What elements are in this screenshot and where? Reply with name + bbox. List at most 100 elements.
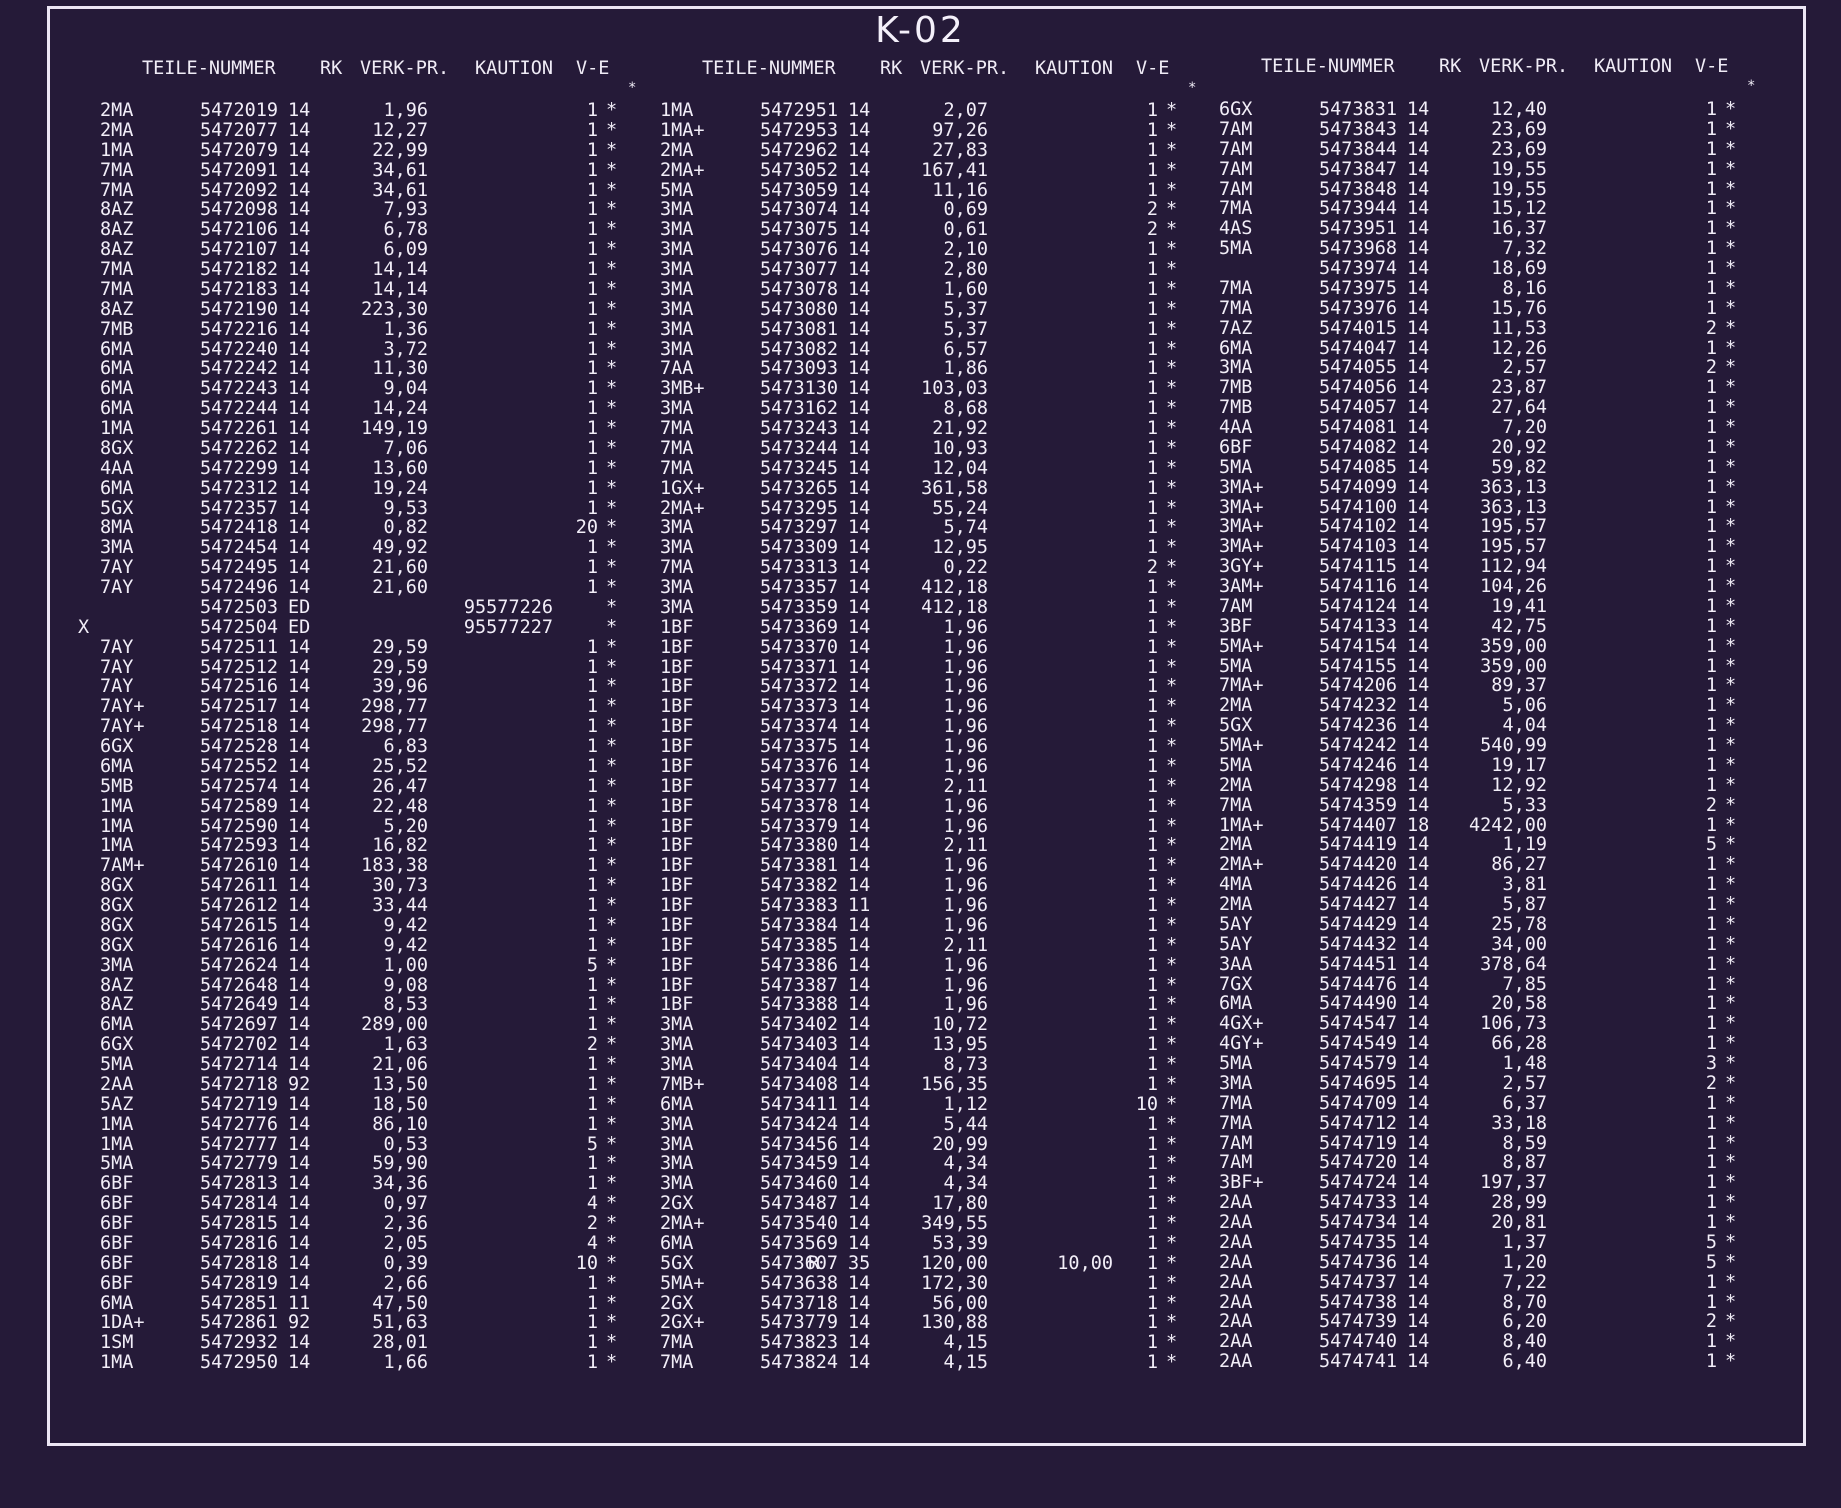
cell-unit: 1 xyxy=(1705,1331,1717,1353)
cell-rk: 14 xyxy=(288,378,311,400)
cell-unit: 1 xyxy=(1146,497,1158,519)
cell-price: 4,34 xyxy=(943,1173,988,1195)
cell-rk: 92 xyxy=(288,1312,311,1334)
cell-star: * xyxy=(1725,1112,1737,1134)
cell-unit: 1 xyxy=(586,1292,598,1314)
cell-part-number: 5473976 xyxy=(1319,297,1397,319)
cell-part-number: 5472262 xyxy=(200,437,278,459)
cell-price: 1,96 xyxy=(943,716,988,738)
cell-part-number: 5472702 xyxy=(200,1034,278,1056)
cell-group: 6BF xyxy=(100,1272,134,1294)
cell-star: * xyxy=(1166,875,1178,897)
cell-rk: ED xyxy=(288,616,311,638)
cell-price: 13,50 xyxy=(372,1073,428,1095)
cell-group: 7AM+ xyxy=(100,855,145,877)
cell-rk: 14 xyxy=(848,1193,871,1215)
cell-group: 6GX xyxy=(1219,99,1253,120)
cell-star: * xyxy=(1166,239,1178,261)
cell-star: * xyxy=(606,855,618,877)
cell-part-number: 5474741 xyxy=(1319,1351,1397,1373)
cell-part-number: 5472616 xyxy=(200,934,278,956)
cell-part-number: 5472357 xyxy=(200,497,278,519)
cell-price: 2,10 xyxy=(943,239,988,261)
cell-group: 2MA xyxy=(100,119,134,141)
cell-part-number: 5472454 xyxy=(200,537,278,559)
cell-rk: 14 xyxy=(1407,1212,1430,1233)
cell-price: 1,96 xyxy=(943,656,988,678)
cell-unit: 1 xyxy=(586,119,598,141)
cell-star: * xyxy=(1166,139,1178,161)
cell-star: * xyxy=(1725,536,1737,558)
cell-group: 3MA xyxy=(660,537,694,559)
cell-star: * xyxy=(1725,317,1737,339)
cell-part-number: 5473974 xyxy=(1319,258,1397,279)
cell-group: 3MA xyxy=(660,1034,694,1056)
header-unit: V-E xyxy=(576,58,610,79)
cell-star: * xyxy=(606,1133,618,1155)
cell-star: * xyxy=(1166,338,1178,360)
cell-star: * xyxy=(1166,934,1178,956)
cell-price: 12,26 xyxy=(1491,337,1547,359)
cell-price: 1,96 xyxy=(943,994,988,1016)
cell-group: 1BF xyxy=(660,914,694,936)
cell-price: 59,82 xyxy=(1491,456,1547,478)
cell-star: * xyxy=(1725,218,1737,240)
cell-unit: 1 xyxy=(1146,616,1158,638)
cell-part-number: 5472079 xyxy=(200,139,278,161)
cell-star: * xyxy=(1166,1054,1178,1075)
cell-star: * xyxy=(1725,953,1737,975)
cell-star: * xyxy=(606,875,618,897)
cell-rk: 14 xyxy=(288,736,311,757)
cell-group: 7MA xyxy=(660,418,694,439)
cell-unit: 1 xyxy=(1146,1014,1158,1036)
cell-part-number: 5473383 xyxy=(760,895,838,916)
cell-price: 104,26 xyxy=(1480,576,1547,597)
cell-unit: 1 xyxy=(1146,835,1158,857)
cell-star: * xyxy=(1725,496,1737,518)
cell-group: 2MA xyxy=(1219,834,1253,856)
cell-group: 8MA xyxy=(100,517,134,539)
cell-price: 27,64 xyxy=(1491,397,1547,419)
cell-unit: 1 xyxy=(1146,895,1158,916)
cell-part-number: 5474081 xyxy=(1319,417,1397,438)
cell-group: 1MA xyxy=(100,795,134,817)
cell-group: 1MA xyxy=(100,815,134,837)
cell-price: 1,00 xyxy=(383,954,428,976)
cell-star: * xyxy=(1166,1213,1178,1234)
cell-rk: 14 xyxy=(848,596,871,618)
cell-rk: 14 xyxy=(288,557,311,579)
cell-part-number: 5473843 xyxy=(1319,118,1397,140)
cell-unit: 2 xyxy=(1705,357,1717,379)
cell-part-number: 5473082 xyxy=(760,338,838,360)
cell-part-number: 5472077 xyxy=(200,119,278,141)
cell-price: 66,28 xyxy=(1491,1033,1547,1055)
cell-unit: 2 xyxy=(586,1213,598,1234)
cell-unit: 1 xyxy=(1146,179,1158,201)
cell-star: * xyxy=(606,358,618,380)
cell-price: 2,57 xyxy=(1502,357,1547,379)
cell-part-number: 5472517 xyxy=(200,696,278,718)
cell-part-number: 5474154 xyxy=(1319,635,1397,657)
cell-price: 5,20 xyxy=(383,815,428,837)
cell-unit: 1 xyxy=(1146,1153,1158,1175)
cell-price: 1,63 xyxy=(383,1034,428,1056)
cell-group: 1MA+ xyxy=(660,119,705,141)
cell-star: * xyxy=(606,616,618,638)
cell-unit: 1 xyxy=(1146,259,1158,280)
cell-unit: 1 xyxy=(586,219,598,241)
cell-rk: 14 xyxy=(848,875,871,897)
cell-unit: 1 xyxy=(1705,1192,1717,1214)
cell-price: 1,96 xyxy=(943,954,988,976)
cell-rk: 14 xyxy=(1407,794,1430,816)
header-rk: RK xyxy=(1439,56,1462,77)
cell-part-number: 5472528 xyxy=(200,736,278,757)
cell-part-number: 5472240 xyxy=(200,338,278,360)
header-part-no: TEILE-NUMMER xyxy=(702,58,836,79)
cell-unit: 2 xyxy=(586,1034,598,1056)
cell-group: 7GX xyxy=(1219,973,1253,995)
cell-group: 2AA xyxy=(1219,1351,1253,1373)
cell-unit: 1 xyxy=(1705,536,1717,558)
cell-star: * xyxy=(1725,993,1737,1015)
cell-star: * xyxy=(1166,1014,1178,1036)
cell-rk: 14 xyxy=(288,577,311,598)
